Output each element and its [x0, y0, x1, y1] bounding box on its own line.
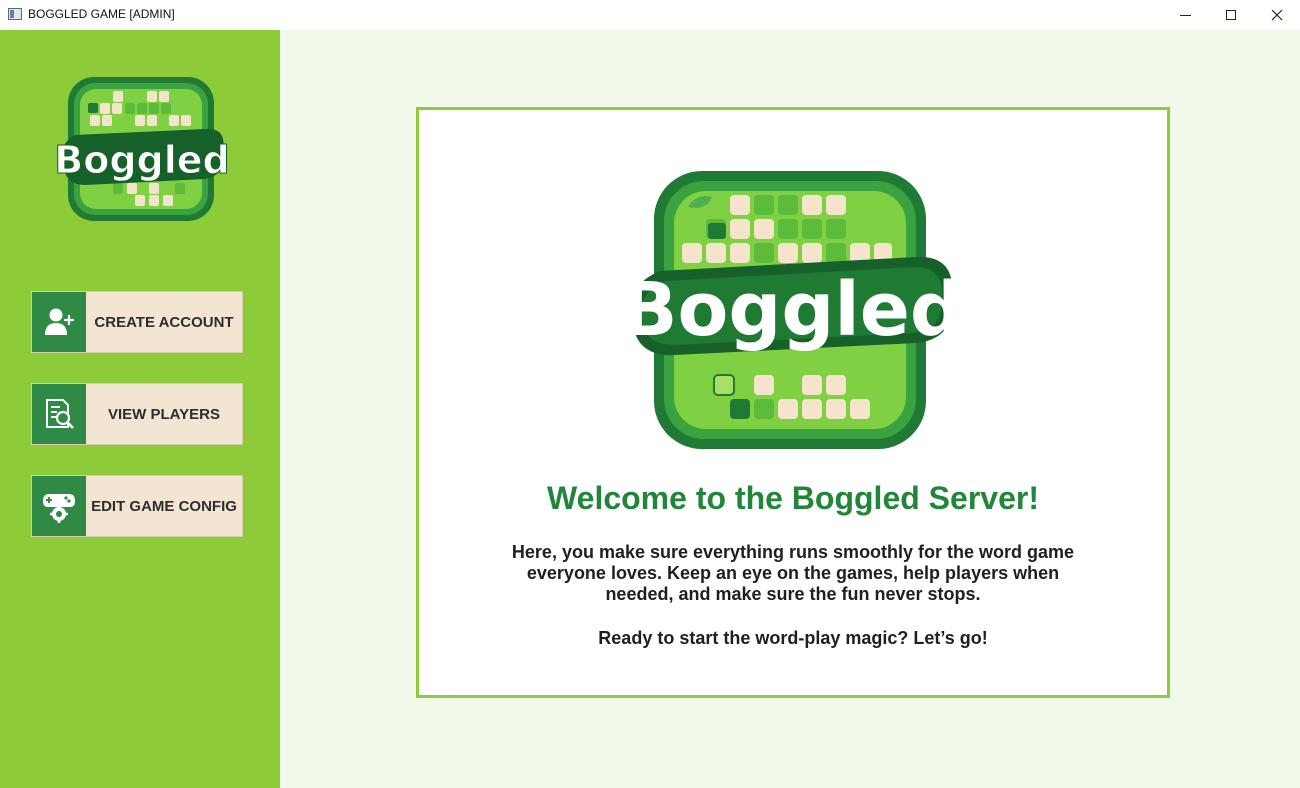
svg-text:Boggled: Boggled [626, 267, 956, 353]
boggled-logo: Boggled [55, 77, 230, 221]
welcome-call-to-action: Ready to start the word-play magic? Let’… [598, 628, 988, 648]
close-icon [1271, 9, 1283, 21]
edit-game-config-button[interactable]: EDIT GAME CONFIG [31, 475, 243, 537]
minimize-button[interactable] [1162, 0, 1208, 30]
maximize-icon [1226, 10, 1236, 20]
search-document-icon [46, 399, 74, 429]
boggled-logo-large: Boggled [626, 171, 956, 449]
svg-text:Boggled: Boggled [55, 138, 230, 182]
minimize-icon [1179, 14, 1191, 16]
welcome-heading: Welcome to the Boggled Server! [547, 480, 1039, 516]
close-button[interactable] [1254, 0, 1300, 30]
window-title: BOGGLED GAME [ADMIN] [28, 7, 175, 21]
app-icon [8, 8, 22, 20]
welcome-card: Boggled Welcome to the Boggled Server! H… [416, 107, 1170, 698]
add-user-icon [45, 308, 74, 335]
create-account-button[interactable]: CREATE ACCOUNT [31, 291, 243, 353]
maximize-button[interactable] [1208, 0, 1254, 30]
view-players-label: VIEW PLAYERS [108, 405, 220, 423]
gamepad-gear-icon [43, 494, 75, 523]
sidebar: Boggled CREATE ACCOUNT VIEW PLAYERS EDIT… [0, 30, 280, 788]
main-panel: Boggled Welcome to the Boggled Server! H… [280, 30, 1300, 788]
view-players-button[interactable]: VIEW PLAYERS [31, 383, 243, 445]
edit-game-config-label: EDIT GAME CONFIG [91, 497, 237, 515]
window-titlebar: BOGGLED GAME [ADMIN] [0, 0, 1300, 30]
welcome-description: Here, you make sure everything runs smoo… [511, 542, 1075, 604]
create-account-label: CREATE ACCOUNT [94, 313, 234, 331]
